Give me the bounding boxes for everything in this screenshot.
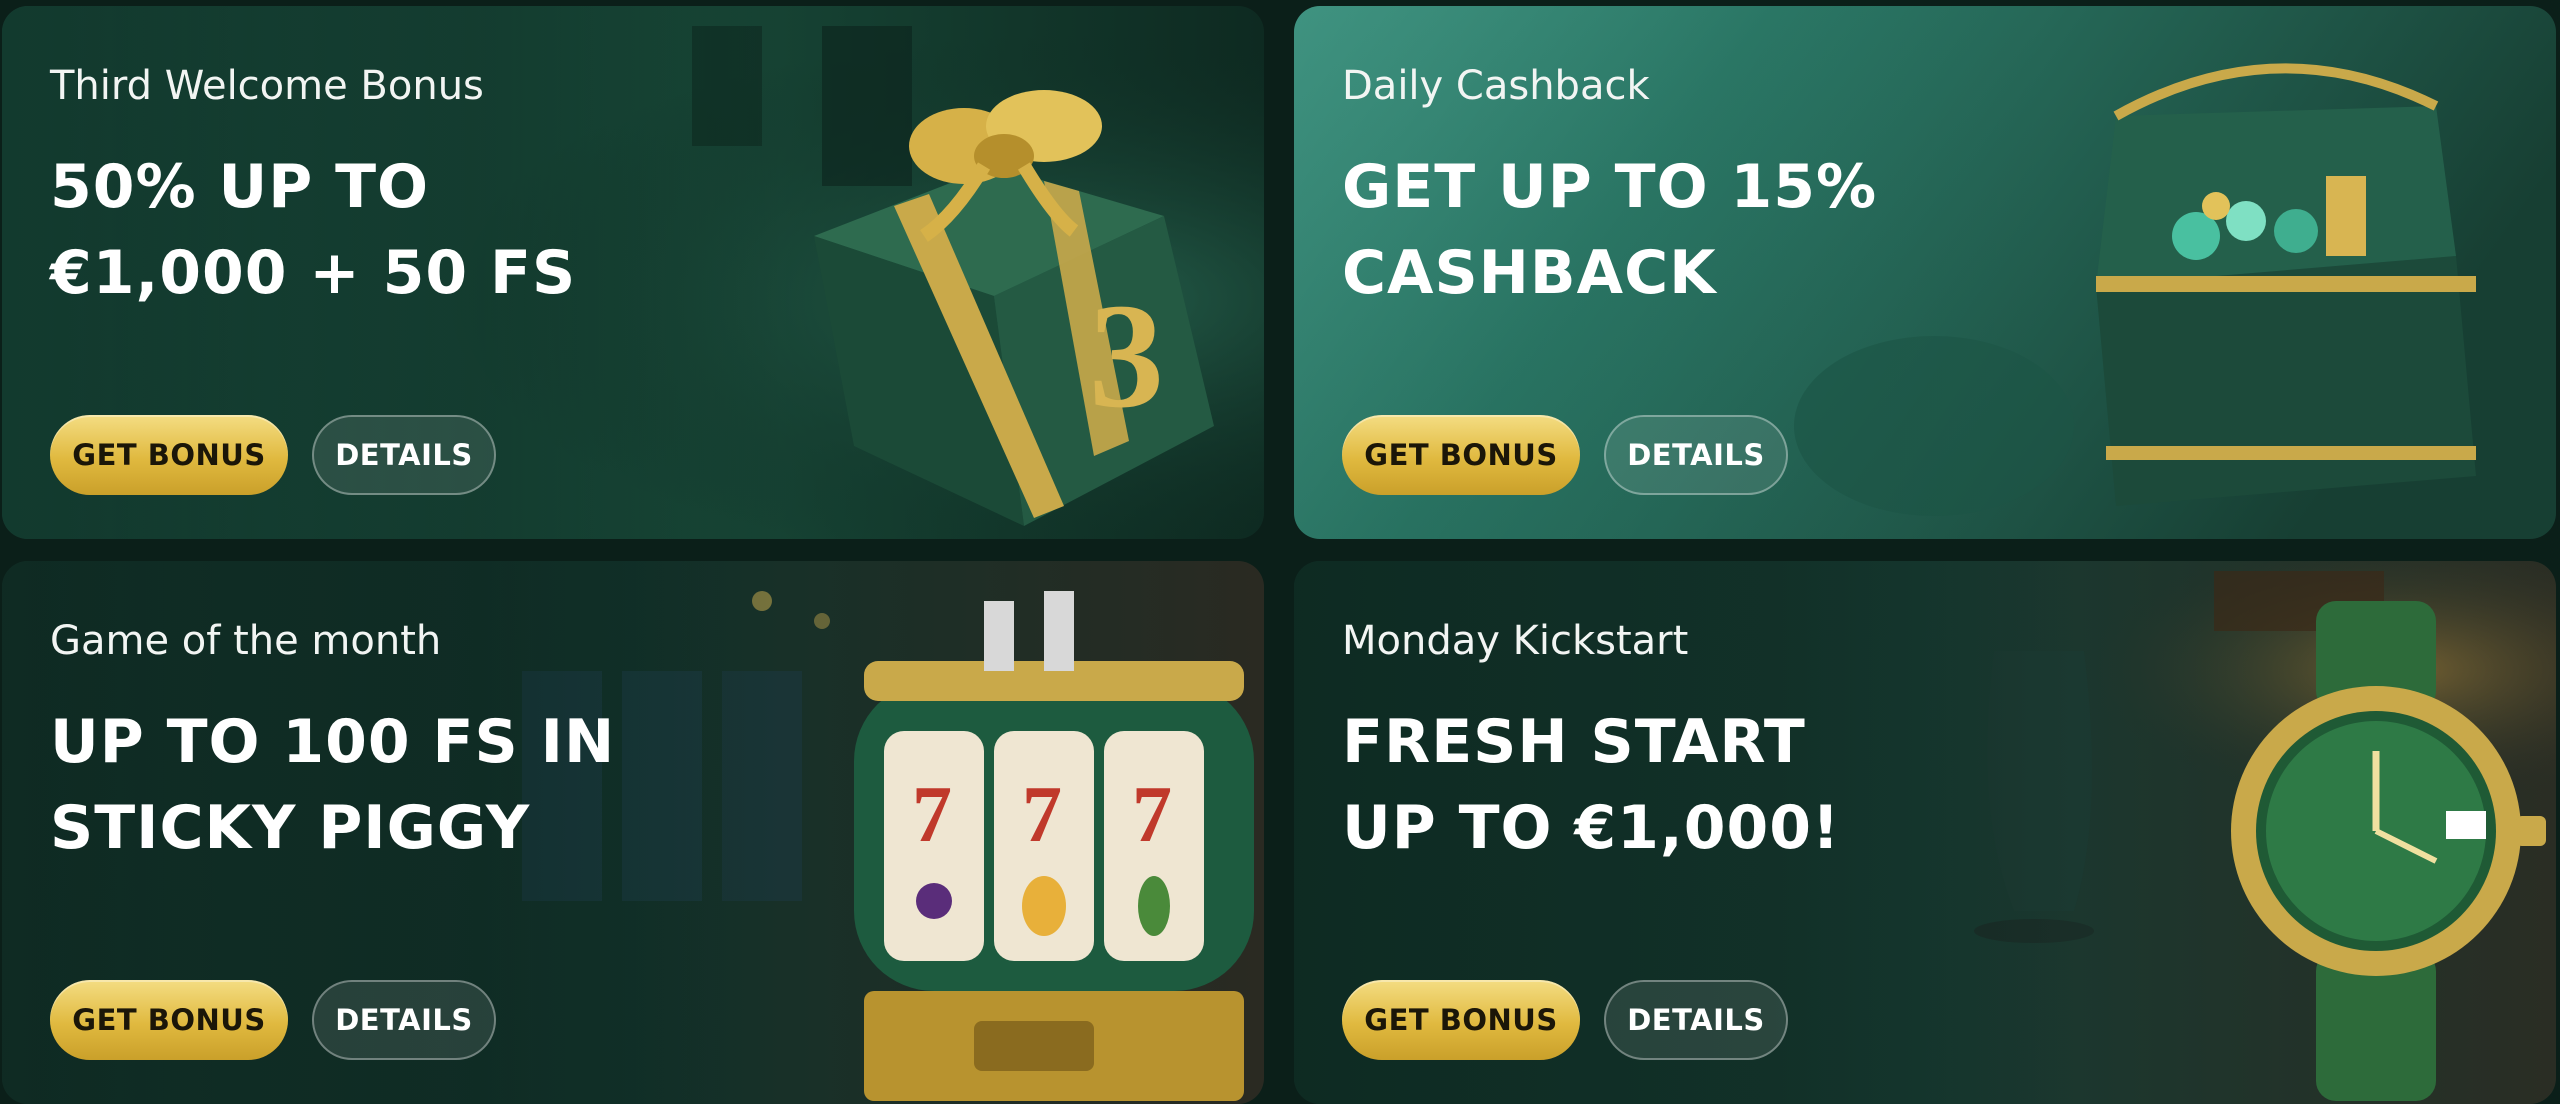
promotions-grid: 3 Third Welcome Bonus 50% UP TO €1,000 +…	[0, 0, 2560, 1104]
get-bonus-button[interactable]: GET BONUS	[50, 980, 288, 1060]
details-button[interactable]: DETAILS	[312, 415, 496, 495]
reel-symbol: 7	[912, 771, 952, 859]
details-button[interactable]: DETAILS	[1604, 980, 1788, 1060]
reel-symbol: 7	[1132, 771, 1172, 859]
promo-card-welcome-bonus[interactable]: 3 Third Welcome Bonus 50% UP TO €1,000 +…	[2, 6, 1264, 539]
promo-subtitle: Third Welcome Bonus	[50, 63, 484, 109]
promo-subtitle: Daily Cashback	[1342, 63, 1650, 109]
wristwatch-icon	[2231, 601, 2546, 1101]
treasure-chest-icon	[2096, 63, 2476, 506]
promo-headline: UP TO 100 FS IN STICKY PIGGY	[50, 707, 616, 863]
promo-headline: GET UP TO 15% CASHBACK	[1342, 152, 1878, 308]
promo-headline: FRESH START UP TO €1,000!	[1342, 707, 1841, 863]
details-button[interactable]: DETAILS	[1604, 415, 1788, 495]
slot-machine-icon: 7 7 7	[854, 591, 1254, 1101]
promo-subtitle: Monday Kickstart	[1342, 618, 1689, 664]
get-bonus-button[interactable]: GET BONUS	[50, 415, 288, 495]
promo-card-monday-kickstart[interactable]: Monday Kickstart FRESH START UP TO €1,00…	[1294, 561, 2556, 1104]
promo-subtitle: Game of the month	[50, 618, 442, 664]
promo-card-daily-cashback[interactable]: Daily Cashback GET UP TO 15% CASHBACK GE…	[1294, 6, 2556, 539]
get-bonus-button[interactable]: GET BONUS	[1342, 415, 1580, 495]
get-bonus-button[interactable]: GET BONUS	[1342, 980, 1580, 1060]
promo-card-game-of-month[interactable]: 7 7 7 Game of the month UP TO 100 FS IN …	[2, 561, 1264, 1104]
details-button[interactable]: DETAILS	[312, 980, 496, 1060]
box-number: 3	[1089, 273, 1164, 439]
promo-headline: 50% UP TO €1,000 + 50 FS	[50, 152, 577, 308]
gift-box-icon: 3	[814, 90, 1214, 526]
reel-symbol: 7	[1022, 771, 1062, 859]
